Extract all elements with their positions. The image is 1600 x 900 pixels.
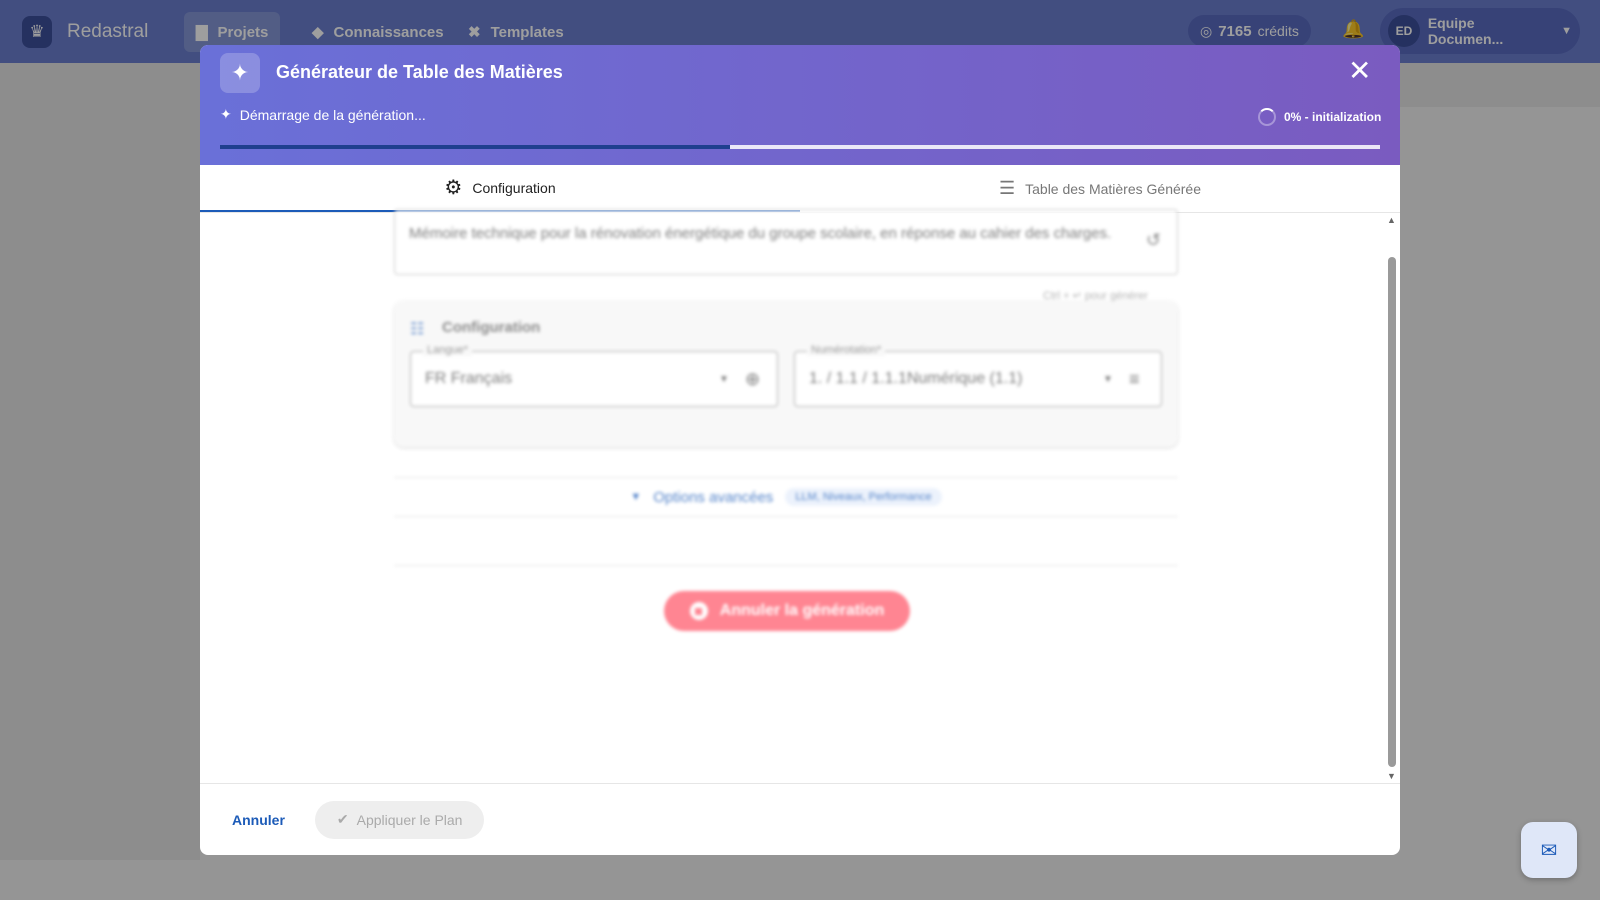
dialog-title: Générateur de Table des Matières	[276, 62, 563, 82]
tab-generated-toc-label: Table des Matières Générée	[1025, 180, 1201, 197]
numbering-label: Numérotation*	[807, 344, 886, 356]
apply-plan-button[interactable]: ✔ Appliquer le Plan	[314, 800, 485, 839]
tab-configuration-label: Configuration	[472, 179, 556, 196]
dropdown-arrow-icon: ▼	[1103, 373, 1113, 385]
history-icon[interactable]: ↺	[1146, 228, 1161, 252]
progress-label: 0% - initialization	[1284, 110, 1382, 124]
generation-status: ✦ Démarrage de la génération...	[220, 106, 426, 123]
spinner-icon	[1258, 108, 1276, 126]
chat-icon[interactable]: ✉	[1521, 822, 1577, 878]
dialog-body: Mémoire technique pour la rénovation éne…	[200, 209, 1400, 783]
chevron-down-icon: ▼	[630, 491, 642, 503]
apply-plan-label: Appliquer le Plan	[356, 811, 463, 828]
progress-track	[220, 145, 1380, 149]
progress-indicator: 0% - initialization	[1258, 108, 1381, 126]
tune-icon: ☷	[410, 321, 425, 338]
advanced-options-chip: LLM, Niveaux, Performance	[785, 488, 942, 506]
stop-icon	[689, 602, 708, 620]
description-textarea[interactable]: Mémoire technique pour la rénovation éne…	[394, 209, 1178, 275]
dialog-scrollbar[interactable]: ▲ ▼	[1384, 213, 1400, 783]
dialog-tabs: ⚙ Configuration ☰ Table des Matières Gén…	[200, 165, 1400, 213]
language-value: FR Français	[425, 370, 513, 387]
sparkles-icon: ✦	[220, 53, 260, 93]
divider	[394, 565, 1178, 566]
language-select[interactable]: Langue* FR Français ▼ ⊕	[410, 344, 778, 407]
progress-fill	[220, 145, 731, 149]
sparkle-small-icon: ✦	[220, 106, 232, 122]
status-text: Démarrage de la génération...	[239, 106, 426, 123]
cancel-generation-label: Annuler la génération	[719, 602, 885, 619]
numbered-list-icon: ≡	[1129, 368, 1140, 389]
cancel-generation-button[interactable]: Annuler la génération	[664, 591, 910, 631]
numbering-value: 1. / 1.1 / 1.1.1Numérique (1.1)	[809, 370, 1023, 387]
advanced-options-toggle[interactable]: ▼ Options avancées LLM, Niveaux, Perform…	[394, 477, 1178, 517]
tab-configuration[interactable]: ⚙ Configuration	[200, 165, 800, 212]
numbering-select[interactable]: Numérotation* 1. / 1.1 / 1.1.1Numérique …	[794, 344, 1162, 407]
advanced-options-label: Options avancées	[653, 488, 774, 506]
toc-generator-dialog: ✦ Générateur de Table des Matières ✕ ✦ D…	[200, 45, 1400, 855]
gear-icon: ⚙	[444, 177, 463, 199]
configuration-card: ☷ Configuration Langue* FR Français ▼ ⊕ …	[394, 301, 1178, 447]
scroll-up-icon[interactable]: ▲	[1387, 215, 1396, 225]
tab-generated-toc[interactable]: ☰ Table des Matières Générée	[800, 165, 1400, 212]
dialog-footer: Annuler ✔ Appliquer le Plan	[200, 783, 1400, 855]
scroll-down-icon[interactable]: ▼	[1387, 771, 1396, 781]
cancel-button[interactable]: Annuler	[222, 804, 295, 836]
configuration-title: Configuration	[442, 319, 541, 336]
dialog-header: ✦ Générateur de Table des Matières ✕ ✦ D…	[200, 45, 1400, 165]
dropdown-arrow-icon: ▼	[719, 373, 729, 385]
globe-icon: ⊕	[745, 368, 761, 389]
list-icon: ☰	[998, 178, 1016, 198]
description-text: Mémoire technique pour la rénovation éne…	[409, 225, 1112, 242]
language-label: Langue*	[423, 344, 472, 356]
scrollbar-thumb[interactable]	[1388, 257, 1396, 767]
check-circle-icon: ✔	[336, 811, 349, 827]
close-icon[interactable]: ✕	[1348, 57, 1371, 85]
